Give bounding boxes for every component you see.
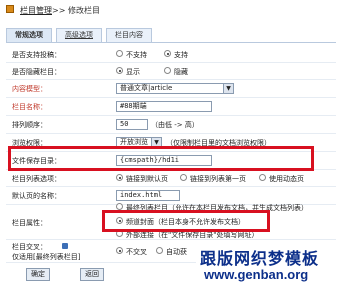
tab-general[interactable]: 常规选项 bbox=[6, 28, 52, 42]
row-sort: 排列顺序： 50 （由低 -> 高） bbox=[6, 116, 336, 134]
row-name: 栏目名称： #88期端 bbox=[6, 98, 336, 116]
radio-show[interactable] bbox=[116, 67, 123, 74]
row-list-option: 栏目列表选项： 链接到默认页 链接到列表第一页 使用动态页 bbox=[6, 170, 336, 187]
radio-submit[interactable] bbox=[164, 50, 171, 57]
watermark-logo: 跟版网织梦模板 www.genban.org bbox=[196, 244, 340, 296]
label-sort: 排列顺序： bbox=[12, 121, 47, 129]
default-page-input[interactable]: index.html bbox=[116, 190, 180, 201]
radio-auto-cross-label: 自动获 bbox=[166, 248, 187, 256]
radio-default-page-label: 链接到默认页 bbox=[126, 175, 168, 183]
sort-input[interactable]: 50 bbox=[116, 119, 148, 130]
breadcrumb-separator: >> bbox=[52, 6, 66, 15]
help-icon[interactable] bbox=[62, 243, 68, 249]
label-content-model: 内容模型： bbox=[12, 85, 47, 93]
label-attr: 栏目属性： bbox=[12, 219, 47, 227]
chevron-down-icon: ▼ bbox=[223, 84, 233, 93]
radio-hide[interactable] bbox=[164, 67, 171, 74]
row-content-model: 内容模型： 普通文章|article ▼ bbox=[6, 80, 336, 98]
label-default-page: 默认页的名称： bbox=[12, 192, 61, 200]
radio-no-cross[interactable] bbox=[116, 247, 123, 254]
tab-advanced[interactable]: 高级选项 bbox=[56, 28, 102, 42]
highlight-box-attr bbox=[102, 210, 270, 232]
radio-hide-label: 隐藏 bbox=[174, 68, 188, 76]
label-allow-submit: 是否支持投稿： bbox=[12, 51, 61, 59]
radio-default-page[interactable] bbox=[116, 174, 123, 181]
radio-final-list[interactable] bbox=[116, 203, 123, 210]
ok-button[interactable]: 确定 bbox=[26, 268, 50, 281]
name-input[interactable]: #88期端 bbox=[116, 101, 212, 112]
content-model-select[interactable]: 普通文章|article ▼ bbox=[116, 83, 234, 94]
radio-no-submit-label: 不支持 bbox=[126, 51, 147, 59]
breadcrumb-current: 修改栏目 bbox=[67, 6, 100, 15]
radio-dynamic-label: 使用动态页 bbox=[269, 175, 304, 183]
label-hidden: 是否隐藏栏目： bbox=[12, 68, 61, 76]
browse-value: 开放浏览 bbox=[120, 138, 148, 146]
label-name: 栏目名称： bbox=[12, 103, 47, 111]
label-list-option: 栏目列表选项： bbox=[12, 175, 61, 183]
folder-icon bbox=[6, 5, 14, 13]
radio-first-page-label: 链接到列表第一页 bbox=[190, 175, 246, 183]
watermark-cn: 跟版网织梦模板 bbox=[200, 249, 320, 268]
radio-no-cross-label: 不交叉 bbox=[126, 248, 147, 256]
label-cross-note: 仅适用[最终列表栏目] bbox=[12, 253, 81, 261]
radio-submit-label: 支持 bbox=[174, 51, 188, 59]
tab-bar: 常规选项 高级选项 栏目内容 bbox=[6, 28, 336, 43]
breadcrumb-link[interactable]: 栏目管理 bbox=[20, 6, 52, 15]
row-allow-submit: 是否支持投稿： 不支持 支持 bbox=[6, 46, 336, 63]
radio-no-submit[interactable] bbox=[116, 50, 123, 57]
row-hidden: 是否隐藏栏目： 显示 隐藏 bbox=[6, 63, 336, 80]
content-model-value: 普通文章|article bbox=[120, 84, 173, 92]
label-cross: 栏目交叉： bbox=[12, 243, 47, 251]
watermark-url: www.genban.org bbox=[204, 267, 309, 282]
radio-auto-cross[interactable] bbox=[156, 247, 163, 254]
breadcrumb: 栏目管理>> 修改栏目 bbox=[0, 0, 340, 20]
radio-show-label: 显示 bbox=[126, 68, 140, 76]
highlight-box-dir bbox=[8, 146, 314, 171]
breadcrumb-text: 栏目管理>> 修改栏目 bbox=[20, 5, 100, 16]
back-button[interactable]: 返回 bbox=[80, 268, 104, 281]
radio-dynamic[interactable] bbox=[259, 174, 266, 181]
tab-content[interactable]: 栏目内容 bbox=[106, 28, 152, 42]
sort-hint: （由低 -> 高） bbox=[151, 121, 199, 129]
radio-first-page[interactable] bbox=[180, 174, 187, 181]
